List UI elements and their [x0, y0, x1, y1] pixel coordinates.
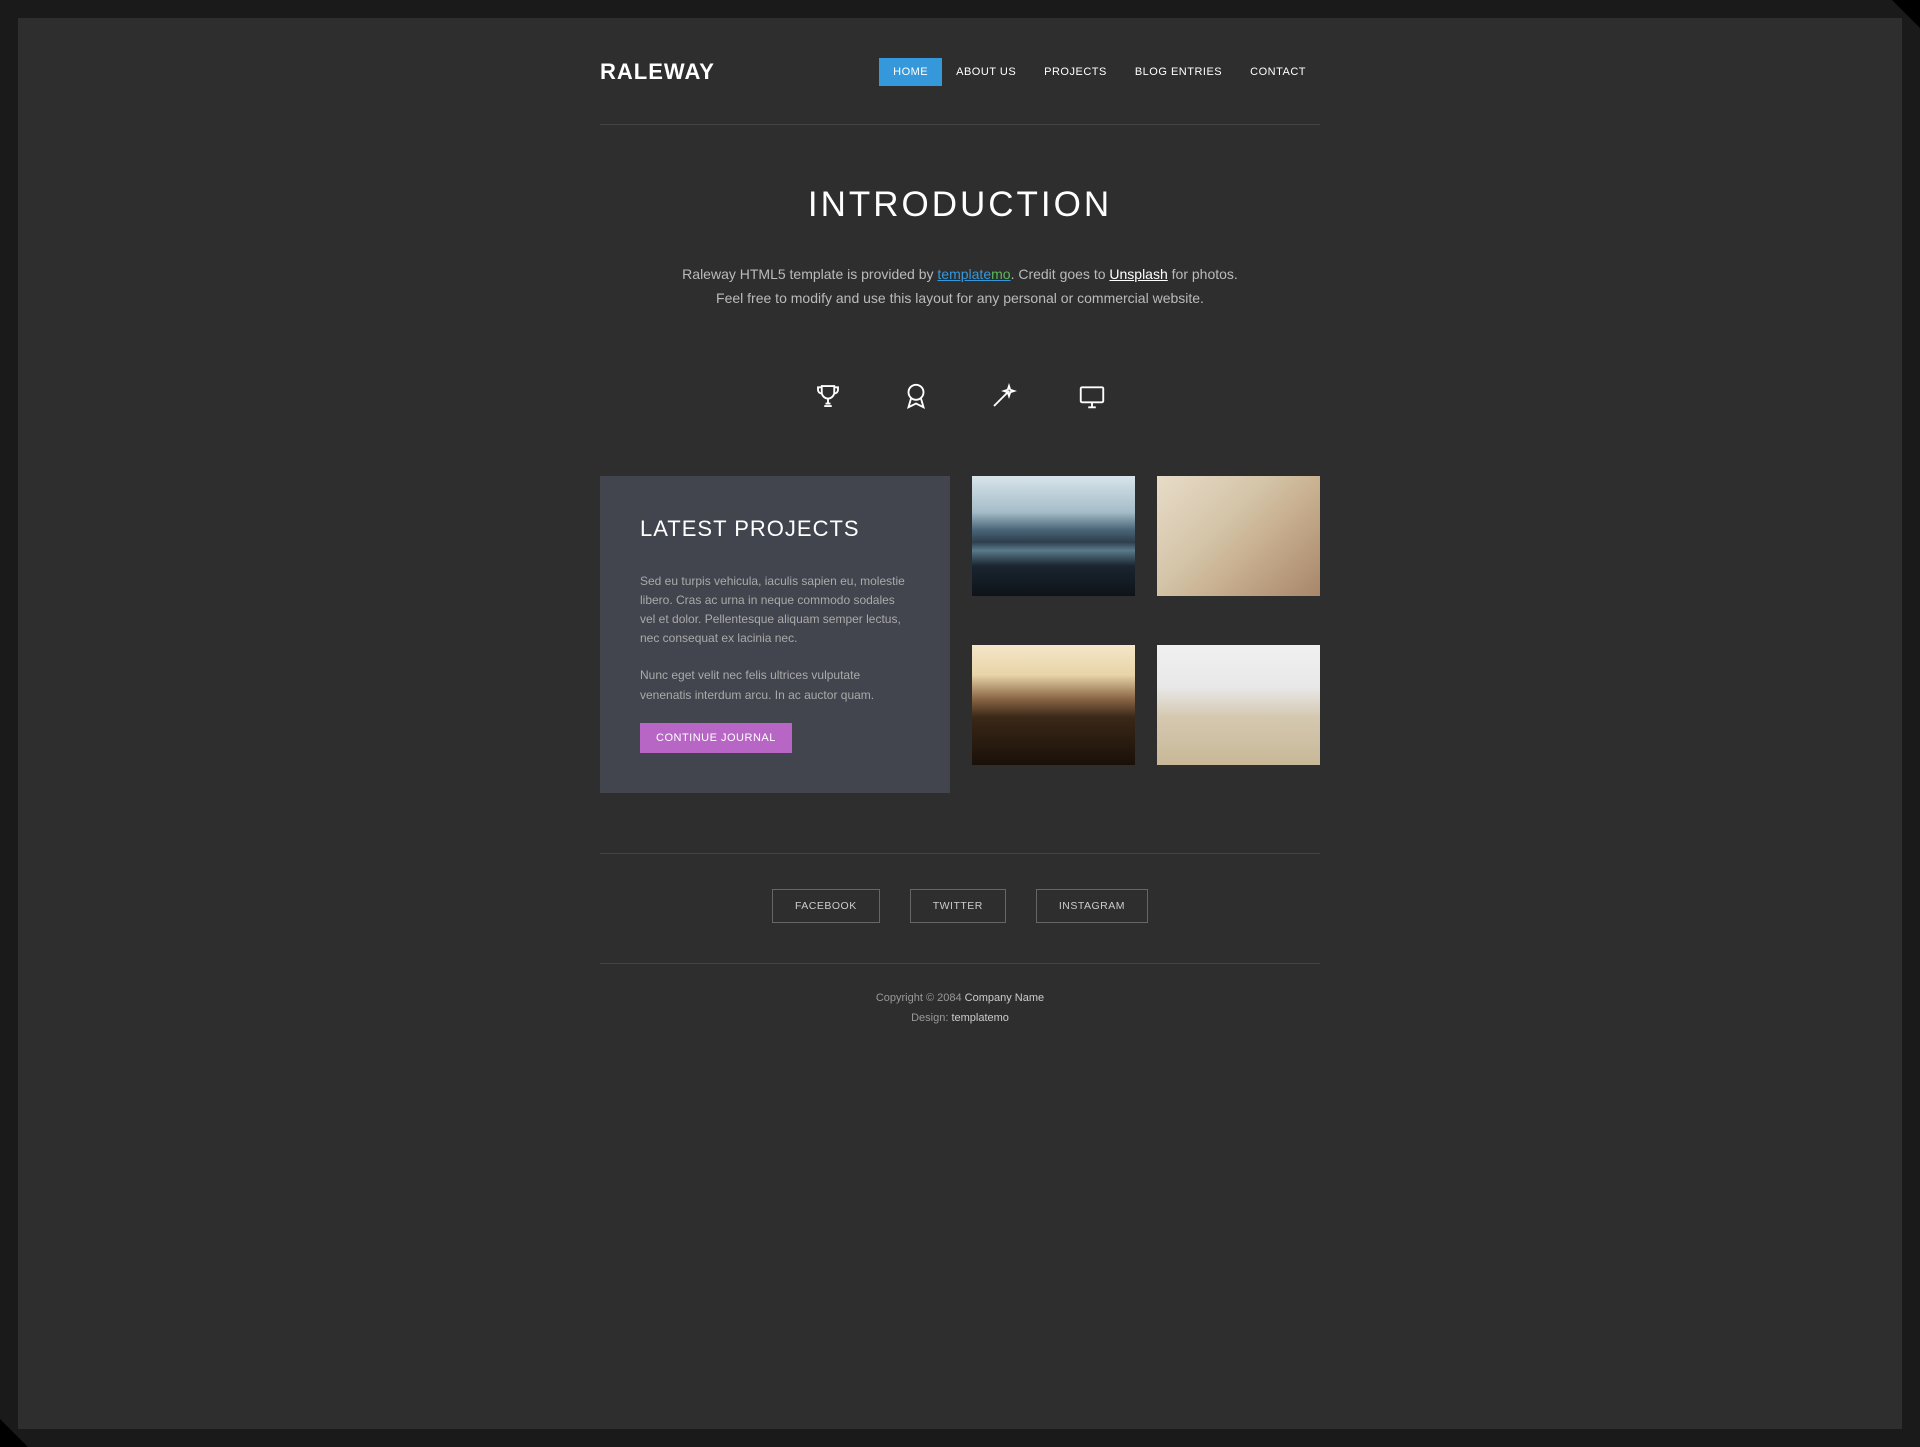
nav-home[interactable]: HOME	[879, 58, 942, 86]
intro-text-part: Raleway HTML5 template is provided by	[682, 266, 937, 282]
copyright: Copyright © 2084 Company Name Design: te…	[600, 989, 1320, 1029]
projects-text-2: Nunc eget velit nec felis ultrices vulpu…	[640, 666, 910, 704]
project-thumb-desk-laptop[interactable]	[1157, 645, 1320, 765]
nav-blog-entries[interactable]: BLOG ENTRIES	[1121, 58, 1236, 86]
footer-divider	[600, 853, 1320, 854]
nav-about-us[interactable]: ABOUT US	[942, 58, 1030, 86]
intro-text: Raleway HTML5 template is provided by te…	[670, 263, 1250, 311]
projects-grid	[972, 476, 1320, 793]
continue-journal-button[interactable]: CONTINUE JOURNAL	[640, 723, 792, 753]
feature-icons-row	[600, 361, 1320, 476]
twitter-link[interactable]: TWITTER	[910, 889, 1006, 923]
award-icon[interactable]	[901, 381, 931, 416]
wand-icon[interactable]	[989, 381, 1019, 416]
projects-section: LATEST PROJECTS Sed eu turpis vehicula, …	[600, 476, 1320, 853]
projects-text-1: Sed eu turpis vehicula, iaculis sapien e…	[640, 572, 910, 649]
instagram-link[interactable]: INSTAGRAM	[1036, 889, 1148, 923]
trophy-icon[interactable]	[813, 381, 843, 416]
nav-menu: HOME ABOUT US PROJECTS BLOG ENTRIES CONT…	[879, 58, 1320, 86]
nav-projects[interactable]: PROJECTS	[1030, 58, 1121, 86]
project-thumb-holding-map[interactable]	[1157, 476, 1320, 596]
intro-heading: INTRODUCTION	[600, 185, 1320, 225]
intro-text-part: . Credit goes to	[1011, 266, 1110, 282]
footer-divider-2	[600, 963, 1320, 964]
projects-card: LATEST PROJECTS Sed eu turpis vehicula, …	[600, 476, 950, 793]
header: RALEWAY HOME ABOUT US PROJECTS BLOG ENTR…	[600, 58, 1320, 125]
copyright-text: Copyright © 2084	[876, 992, 965, 1004]
social-links: FACEBOOK TWITTER INSTAGRAM	[600, 889, 1320, 923]
monitor-icon[interactable]	[1077, 381, 1107, 416]
unsplash-link[interactable]: Unsplash	[1109, 266, 1167, 282]
facebook-link[interactable]: FACEBOOK	[772, 889, 880, 923]
design-link[interactable]: templatemo	[951, 1012, 1008, 1024]
company-link[interactable]: Company Name	[965, 992, 1044, 1004]
projects-heading: LATEST PROJECTS	[640, 516, 910, 542]
project-thumb-mountain-lake[interactable]	[972, 476, 1135, 596]
logo[interactable]: RALEWAY	[600, 59, 715, 85]
nav-contact[interactable]: CONTACT	[1236, 58, 1320, 86]
intro-section: INTRODUCTION Raleway HTML5 template is p…	[600, 125, 1320, 361]
templatemo-link[interactable]: templatemo	[937, 266, 1010, 282]
project-thumb-ocean-cliff[interactable]	[972, 645, 1135, 765]
design-text: Design:	[911, 1012, 951, 1024]
